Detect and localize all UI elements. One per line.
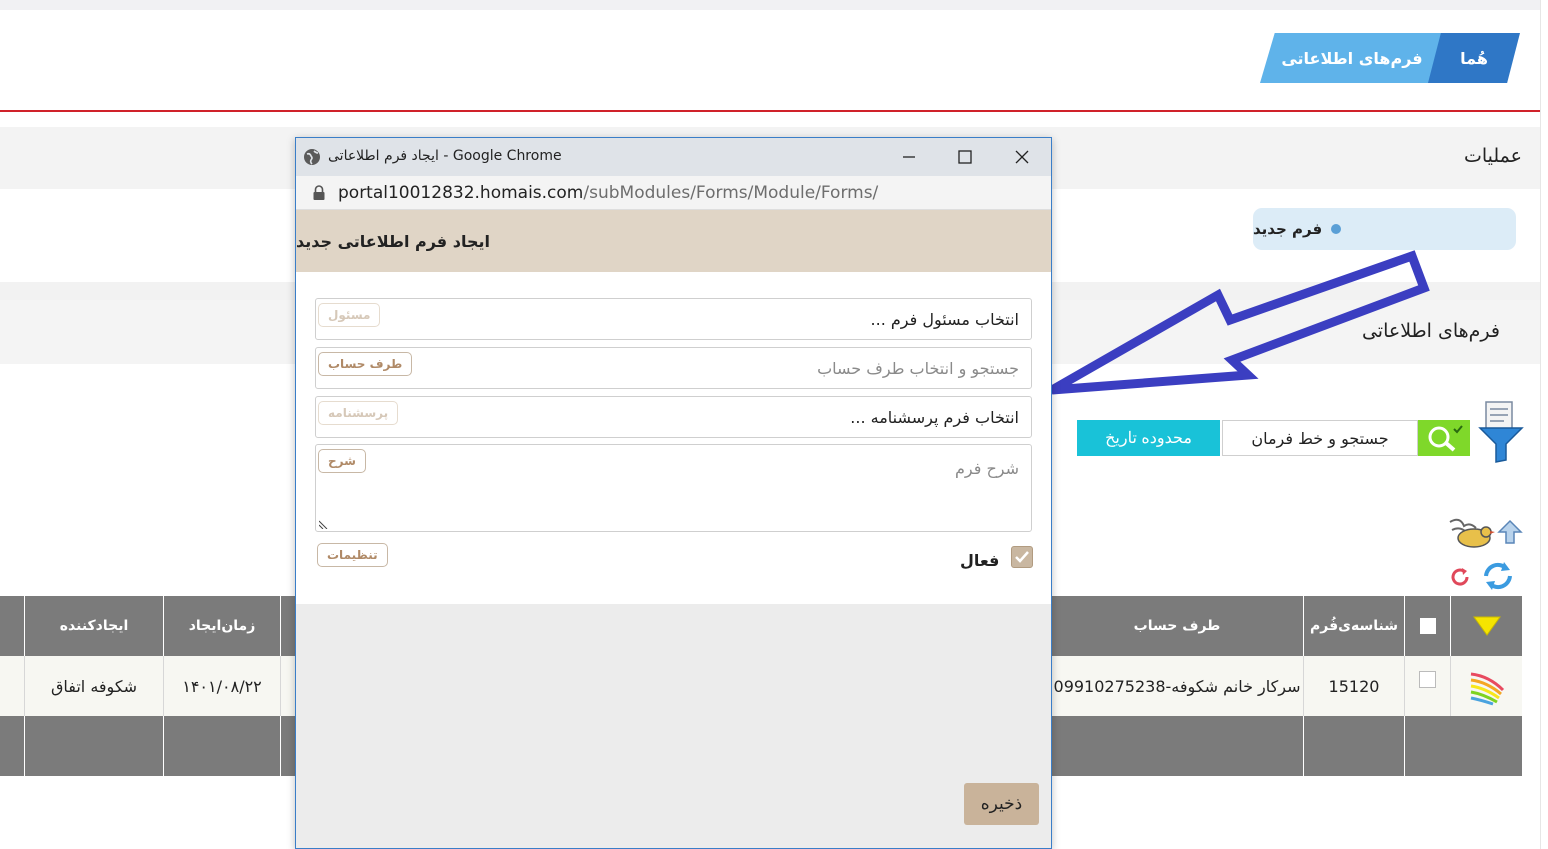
row-checkbox[interactable] <box>1419 670 1436 688</box>
maximize-button[interactable] <box>943 142 987 172</box>
active-label: فعال <box>960 551 1000 570</box>
reset-icon[interactable] <box>1448 565 1472 589</box>
checkmark-icon <box>1015 551 1029 563</box>
magnifier-icon <box>1428 425 1463 452</box>
table-header-cell <box>0 596 24 656</box>
active-checkbox[interactable] <box>1011 546 1033 568</box>
cell-select[interactable] <box>1404 656 1450 716</box>
header-divider <box>0 110 1540 112</box>
table-cell <box>1050 716 1303 776</box>
owner-tag: مسئول <box>318 303 381 327</box>
url-path: /subModules/Forms/Module/Forms/ <box>583 183 879 203</box>
operations-title: عملیات <box>1463 145 1522 167</box>
create-form-popup-window: ایجاد فرم اطلاعاتی - Google Chrome porta… <box>295 137 1052 849</box>
questionnaire-tag: پرسشنامه <box>318 401 399 425</box>
account-party-search[interactable]: جستجو و انتخاب طرف حساب طرف حساب <box>315 347 1032 389</box>
questionnaire-select[interactable]: انتخاب فرم پرسشنامه ... پرسشنامه <box>315 396 1032 438</box>
url-text[interactable]: portal10012832.homais.com/subModules/For… <box>338 183 878 203</box>
cell-creator: شکوفه اتفاق <box>24 656 163 716</box>
upload-arrow-icon[interactable] <box>1496 518 1524 546</box>
globe-icon <box>304 149 320 165</box>
header-form-id[interactable]: شناسه‌ی‌فُرم <box>1303 596 1404 656</box>
settings-button[interactable]: تنظیمات <box>317 543 388 567</box>
table-cell <box>1303 716 1404 776</box>
filter-triangle-icon[interactable] <box>1472 615 1502 637</box>
maximize-icon <box>958 150 972 164</box>
annotation-arrow-icon <box>1049 250 1430 395</box>
close-button[interactable] <box>1000 142 1044 172</box>
form-owner-select[interactable]: انتخاب مسئول فرم ... مسئول <box>315 298 1032 340</box>
settings-label: تنظیمات <box>317 543 388 567</box>
select-all-checkbox[interactable] <box>1419 618 1436 634</box>
account-party-tag: طرف حساب <box>318 352 413 376</box>
cell-row-icon[interactable] <box>1450 656 1522 716</box>
save-button[interactable]: ذخیره <box>964 783 1039 825</box>
window-title: ایجاد فرم اطلاعاتی - Google Chrome <box>328 148 562 164</box>
breadcrumb-forms[interactable]: فرم‌های اطلاعاتی <box>1260 33 1444 83</box>
breadcrumb-home[interactable]: هُما <box>1428 33 1520 83</box>
questionnaire-value: انتخاب فرم پرسشنامه ... <box>850 408 1019 427</box>
filter-funnel-icon[interactable] <box>1478 400 1524 464</box>
cell-created-time: ۱۴۰۱/۰۸/۲۲ <box>163 656 280 716</box>
url-domain: portal10012832.homais.com <box>338 183 584 203</box>
form-area: انتخاب مسئول فرم ... مسئول جستجو و انتخا… <box>296 272 1051 604</box>
page-scrollbar[interactable] <box>1540 0 1548 849</box>
table-cell <box>0 656 24 716</box>
resize-handle-icon[interactable] <box>319 519 329 529</box>
table-cell <box>163 716 280 776</box>
top-strip <box>0 0 1540 10</box>
new-form-label: فرم جدید <box>1253 220 1323 238</box>
refresh-icon[interactable] <box>1480 560 1516 592</box>
table-cell <box>24 716 163 776</box>
bullet-icon <box>1331 224 1342 234</box>
header-creator[interactable]: ایجادکننده <box>24 596 163 656</box>
date-range-button[interactable]: محدوده تاریخ <box>1077 420 1220 456</box>
cell-account-party: سرکار خانم شکوفه-09910275238 <box>1050 656 1303 716</box>
table-cell <box>1404 716 1522 776</box>
search-input[interactable]: جستجو و خط فرمان <box>1222 420 1418 456</box>
window-titlebar[interactable]: ایجاد فرم اطلاعاتی - Google Chrome <box>296 138 1051 176</box>
form-description-textarea[interactable]: شرح فرم شرح <box>315 444 1032 532</box>
header-created-time[interactable]: زمان‌ایجاد <box>163 596 280 656</box>
form-header-title: ایجاد فرم اطلاعاتی جدید <box>296 210 1051 272</box>
header-select-all[interactable] <box>1404 596 1450 656</box>
lock-icon <box>313 185 325 200</box>
window-title-text: ایجاد فرم اطلاعاتی <box>328 148 439 164</box>
cell-form-id: 15120 <box>1303 656 1404 716</box>
minimize-button[interactable] <box>887 142 931 172</box>
window-title-suffix: - Google Chrome <box>438 148 562 164</box>
close-icon <box>1015 150 1029 164</box>
table-cell <box>0 716 24 776</box>
description-tag: شرح <box>318 449 366 473</box>
form-description-placeholder: شرح فرم <box>954 459 1019 478</box>
minimize-icon <box>903 156 915 158</box>
bird-icon[interactable] <box>1444 512 1496 552</box>
form-owner-value: انتخاب مسئول فرم ... <box>870 310 1019 329</box>
search-button[interactable] <box>1418 420 1470 456</box>
popup-content: ایجاد فرم اطلاعاتی جدید انتخاب مسئول فرم… <box>296 210 1051 848</box>
header-filter[interactable] <box>1450 596 1522 656</box>
header-account-party[interactable]: طرف حساب <box>1050 596 1303 656</box>
address-bar[interactable]: portal10012832.homais.com/subModules/For… <box>296 176 1051 210</box>
rainbow-icon[interactable] <box>1467 666 1507 706</box>
account-party-placeholder: جستجو و انتخاب طرف حساب <box>817 359 1019 378</box>
